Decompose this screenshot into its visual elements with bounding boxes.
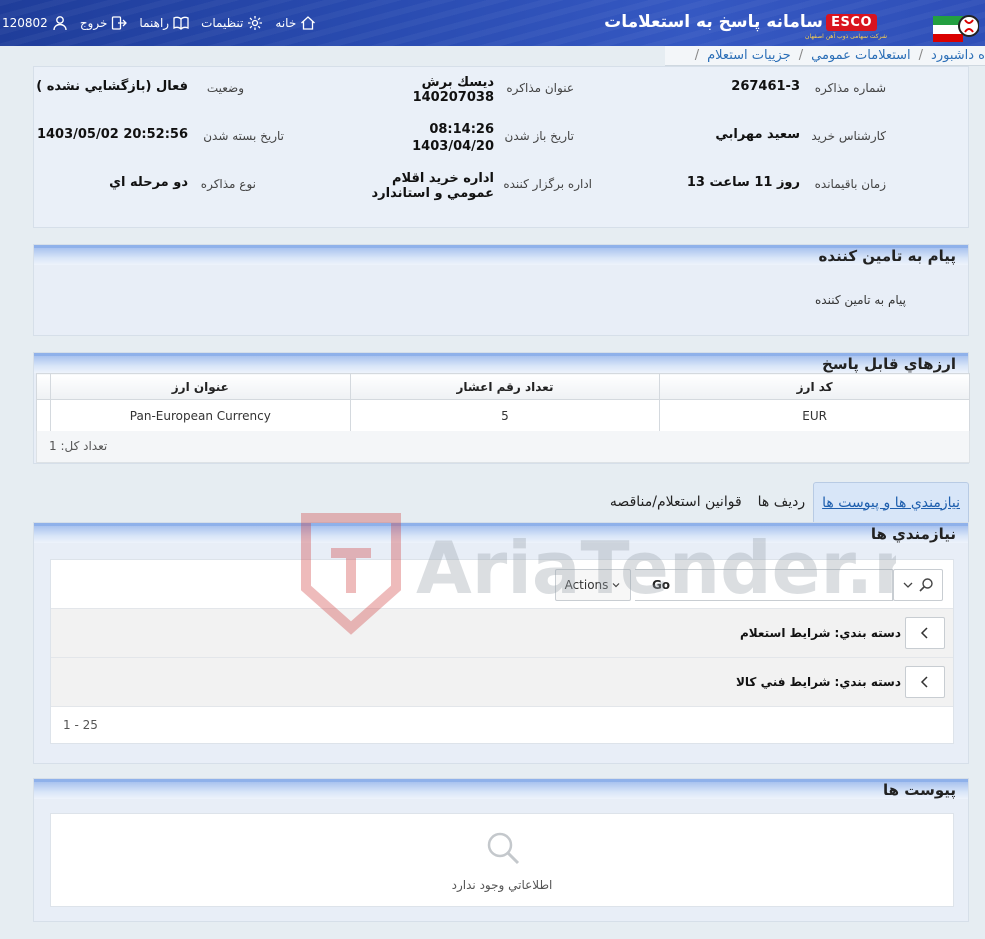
tab-rows[interactable]: رديف ها bbox=[750, 482, 813, 522]
office-value: اداره خريد اقلام عمومي و استاندارد bbox=[371, 171, 494, 201]
user-nav: 120802 خروج راهنما تنظيمات خانه bbox=[0, 0, 316, 46]
number-value: 267461-3 bbox=[731, 79, 800, 94]
logout-icon bbox=[112, 16, 128, 30]
requirements-report: Go Actions دسته بندي: شرايط استعلام دسته… bbox=[50, 559, 954, 744]
close-date-value: 1403/05/02 20:52:56 bbox=[36, 127, 188, 142]
help-label: راهنما bbox=[139, 16, 170, 30]
company-logo-icon bbox=[933, 15, 979, 42]
list-item: دسته بندي: شرايط فني کالا bbox=[51, 658, 953, 707]
breadcrumb: ه داشبورد / استعلامات عمومي / جزييات است… bbox=[665, 46, 985, 66]
expand-group-button[interactable] bbox=[905, 617, 945, 649]
chevron-down-icon bbox=[612, 583, 620, 588]
logout-label: خروج bbox=[79, 16, 108, 30]
section-header bbox=[34, 779, 968, 799]
currencies-title: ارزهاي قابل پاسخ bbox=[822, 355, 956, 373]
decimal-digits-cell: 5 bbox=[349, 399, 661, 432]
logout-link[interactable]: خروج bbox=[80, 15, 128, 31]
type-label: نوع مذاکره bbox=[200, 177, 256, 191]
expand-group-button[interactable] bbox=[905, 666, 945, 698]
currencies-panel: ارزهاي قابل پاسخ عنوان ارز تعداد رقم اعش… bbox=[33, 352, 970, 464]
breadcrumb-inquiry-details[interactable]: جزييات استعلام bbox=[707, 48, 791, 63]
search-column-selector[interactable] bbox=[893, 569, 943, 601]
actions-label: Actions bbox=[564, 578, 609, 592]
col-decimal-digits[interactable]: تعداد رقم اعشار bbox=[349, 373, 661, 400]
pagination: 1 - 25 bbox=[63, 718, 98, 732]
go-button[interactable]: Go bbox=[631, 569, 691, 601]
message-body: پيام به تامين کننده bbox=[815, 293, 906, 307]
search-icon bbox=[919, 578, 933, 592]
currency-code-cell: EUR bbox=[659, 399, 970, 432]
message-title: پيام به تامين کننده bbox=[818, 247, 956, 265]
status-value: فعال (بازگشايي نشده ) bbox=[36, 79, 188, 94]
breadcrumb-dashboard[interactable]: ه داشبورد bbox=[931, 48, 985, 63]
breadcrumb-separator: / bbox=[694, 48, 700, 63]
total-count: تعداد کل: 1 bbox=[49, 439, 108, 453]
remaining-value: 13 روز 11 ساعت bbox=[686, 175, 800, 190]
office-label: اداره برگزار کننده bbox=[503, 177, 592, 191]
close-date-label: تاريخ بسته شدن bbox=[203, 129, 284, 143]
app-header: 120802 خروج راهنما تنظيمات خانه سامانه پ… bbox=[0, 0, 985, 46]
section-header bbox=[34, 523, 968, 543]
table-cell-spacer bbox=[36, 399, 51, 432]
tab-requirements-attachments[interactable]: نيازمندي ها و پيوست ها bbox=[813, 482, 969, 522]
expert-label: کارشناس خريد bbox=[811, 129, 886, 143]
search-icon bbox=[487, 832, 520, 865]
currencies-table: عنوان ارز تعداد رقم اعشار کد ارز Pan-Eur… bbox=[36, 373, 970, 432]
chevron-down-icon bbox=[903, 582, 913, 588]
user-icon bbox=[53, 16, 67, 31]
expert-value: سعيد مهرابي bbox=[715, 127, 800, 142]
home-link[interactable]: خانه bbox=[275, 15, 316, 31]
attachments-report: اطلاعاتي وجود ندارد bbox=[50, 813, 954, 907]
col-currency-name[interactable]: عنوان ارز bbox=[49, 373, 351, 400]
open-time-value: 08:14:26 bbox=[429, 122, 494, 137]
empty-state-text: اطلاعاتي وجود ندارد bbox=[451, 878, 553, 892]
user-menu[interactable]: 120802 bbox=[2, 15, 68, 31]
type-value: دو مرحله اي bbox=[109, 175, 188, 190]
brand-subtitle: شرکت سهامی ذوب آهن اصفهان bbox=[805, 33, 887, 40]
number-label: شماره مذاکره bbox=[814, 81, 886, 95]
subject-label: عنوان مذاکره bbox=[506, 81, 574, 95]
open-date-value: 1403/04/20 bbox=[412, 139, 494, 154]
table-footer: تعداد کل: 1 bbox=[36, 431, 970, 463]
actions-button[interactable]: Actions bbox=[555, 569, 631, 601]
attachments-panel: پيوست ها اطلاعاتي وجود ندارد bbox=[33, 778, 969, 922]
subject-value: ديسك برش 140207038 bbox=[412, 75, 494, 105]
tab-rules[interactable]: قوانين استعلام/مناقصه bbox=[602, 482, 750, 522]
user-id: 120802 bbox=[2, 16, 48, 30]
brand-badge: ESCO bbox=[826, 14, 877, 31]
requirements-title: نيازمندي ها bbox=[870, 525, 956, 543]
breadcrumb-separator: / bbox=[918, 48, 924, 63]
table-row: Pan-European Currency 5 EUR bbox=[36, 399, 970, 432]
col-currency-code[interactable]: کد ارز bbox=[659, 373, 970, 400]
inquiry-info-panel: شماره مذاکره 267461-3 عنوان مذاکره ديسك … bbox=[33, 66, 969, 228]
status-label: وضعيت bbox=[206, 81, 244, 95]
table-corner bbox=[36, 373, 51, 400]
group-label: دسته بندي: شرايط فني کالا bbox=[735, 675, 901, 689]
group-label: دسته بندي: شرايط استعلام bbox=[739, 626, 901, 640]
home-icon bbox=[301, 16, 316, 30]
detail-tabs: نيازمندي ها و پيوست ها رديف ها قوانين اس… bbox=[602, 482, 969, 522]
remaining-label: زمان باقيمانده bbox=[814, 177, 886, 191]
home-label: خانه bbox=[275, 16, 297, 30]
currency-name-cell: Pan-European Currency bbox=[49, 399, 351, 432]
breadcrumb-public-inquiries[interactable]: استعلامات عمومي bbox=[811, 48, 911, 63]
supplier-message-panel: پيام به تامين کننده پيام به تامين کننده bbox=[33, 244, 969, 336]
list-item: دسته بندي: شرايط استعلام bbox=[51, 609, 953, 658]
book-icon bbox=[173, 16, 189, 30]
app-title: سامانه پاسخ به استعلامات bbox=[604, 12, 823, 32]
gear-icon bbox=[248, 16, 263, 30]
attachments-title: پيوست ها bbox=[882, 781, 956, 799]
open-date-label: تاريخ باز شدن bbox=[504, 129, 574, 143]
settings-label: تنظيمات bbox=[201, 16, 244, 30]
chevron-left-icon bbox=[920, 676, 928, 688]
report-toolbar: Go Actions bbox=[51, 560, 953, 609]
help-link[interactable]: راهنما bbox=[139, 15, 189, 31]
breadcrumb-separator: / bbox=[798, 48, 804, 63]
chevron-left-icon bbox=[920, 627, 928, 639]
settings-link[interactable]: تنظيمات bbox=[201, 15, 263, 31]
requirements-panel: نيازمندي ها Go Actions دسته بندي: شرايط … bbox=[33, 522, 969, 764]
